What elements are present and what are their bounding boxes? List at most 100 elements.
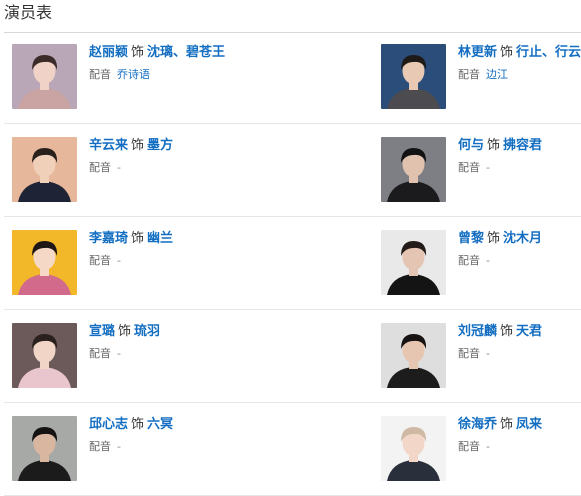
as-label: 饰: [487, 138, 501, 153]
role-name-link[interactable]: 沈木月: [503, 231, 542, 246]
voice-label: 配音: [89, 68, 111, 81]
voice-actor: -: [117, 347, 121, 360]
as-label: 饰: [118, 324, 132, 339]
actor-photo-image: [381, 137, 446, 202]
role-line: 曾黎饰沈木月: [458, 230, 581, 248]
as-label: 饰: [131, 231, 145, 246]
role-line: 刘冠麟饰天君: [458, 323, 581, 341]
role-line: 邱心志饰六冥: [89, 416, 279, 434]
cast-info: 李嘉琦饰幽兰配音 -: [89, 230, 279, 268]
voice-line: 配音 -: [89, 347, 279, 361]
cast-info: 曾黎饰沈木月配音 -: [458, 230, 581, 268]
cast-item: 何与饰拂容君配音 -: [381, 125, 581, 217]
cast-item: 刘冠麟饰天君配音 -: [381, 311, 581, 403]
voice-actor[interactable]: 边江: [486, 68, 508, 81]
actor-photo[interactable]: [12, 44, 77, 109]
cast-info: 赵丽颖饰沈璃、碧苍王配音 乔诗语: [89, 44, 279, 82]
as-label: 饰: [131, 417, 145, 432]
actor-photo-image: [381, 416, 446, 481]
voice-label: 配音: [89, 347, 111, 360]
voice-actor: -: [486, 254, 490, 267]
voice-line: 配音 边江: [458, 68, 581, 82]
cast-row: 宣璐饰琉羽 配音 - 刘冠麟饰天君 配音 -: [4, 311, 581, 403]
cast-item: 李嘉琦饰幽兰 配音 -: [12, 218, 272, 310]
cast-info: 宣璐饰琉羽配音 -: [89, 323, 279, 361]
actor-name-link[interactable]: 林更新: [458, 45, 497, 60]
cast-item: 赵丽颖饰沈璃、碧苍王配音 乔诗语: [12, 32, 272, 124]
actor-photo-image: [12, 137, 77, 202]
as-label: 饰: [500, 324, 514, 339]
voice-line: 配音 -: [89, 254, 279, 268]
cast-item: 辛云来饰墨方 配音 -: [12, 125, 272, 217]
actor-name-link[interactable]: 李嘉琦: [89, 231, 128, 246]
as-label: 饰: [500, 417, 514, 432]
role-line: 辛云来饰墨方: [89, 137, 279, 155]
role-line: 林更新饰行止、行云: [458, 44, 581, 62]
actor-photo-image: [12, 416, 77, 481]
actor-photo-image: [381, 44, 446, 109]
cast-row: 辛云来饰墨方 配音 - 何与饰拂容君 配音 -: [4, 125, 581, 217]
voice-actor: -: [486, 161, 490, 174]
actor-name-link[interactable]: 宣璐: [89, 324, 115, 339]
actor-name-link[interactable]: 刘冠麟: [458, 324, 497, 339]
role-name-link[interactable]: 拂容君: [503, 138, 542, 153]
voice-line: 配音 -: [458, 254, 581, 268]
cast-info: 邱心志饰六冥配音 -: [89, 416, 279, 454]
actor-photo-image: [12, 230, 77, 295]
role-name-link[interactable]: 幽兰: [147, 231, 173, 246]
actor-photo[interactable]: [381, 323, 446, 388]
cast-row: 李嘉琦饰幽兰 配音 - 曾黎饰沈木月 配音 -: [4, 218, 581, 310]
actor-photo[interactable]: [381, 416, 446, 481]
role-name-link[interactable]: 行止、行云: [516, 45, 581, 60]
voice-actor[interactable]: 乔诗语: [117, 68, 150, 81]
as-label: 饰: [131, 138, 145, 153]
voice-line: 配音 -: [89, 440, 279, 454]
section-title: 演员表: [4, 3, 53, 22]
role-name-link[interactable]: 墨方: [147, 138, 173, 153]
voice-actor: -: [117, 440, 121, 453]
role-name-link[interactable]: 天君: [516, 324, 542, 339]
actor-photo[interactable]: [381, 137, 446, 202]
actor-photo[interactable]: [12, 230, 77, 295]
actor-photo-image: [12, 323, 77, 388]
actor-photo[interactable]: [12, 137, 77, 202]
actor-name-link[interactable]: 赵丽颖: [89, 45, 128, 60]
actor-photo-image: [381, 230, 446, 295]
role-name-link[interactable]: 六冥: [147, 417, 173, 432]
actor-photo-image: [12, 44, 77, 109]
actor-name-link[interactable]: 曾黎: [458, 231, 484, 246]
section-header: 演员表: [4, 3, 581, 33]
cast-info: 刘冠麟饰天君配音 -: [458, 323, 581, 361]
actor-name-link[interactable]: 辛云来: [89, 138, 128, 153]
voice-label: 配音: [89, 440, 111, 453]
role-line: 徐海乔饰凤来: [458, 416, 581, 434]
actor-photo[interactable]: [381, 230, 446, 295]
actor-photo[interactable]: [381, 44, 446, 109]
cast-item: 徐海乔饰凤来配音 -: [381, 404, 581, 496]
voice-label: 配音: [89, 161, 111, 174]
cast-item: 邱心志饰六冥配音 -: [12, 404, 272, 496]
voice-line: 配音 -: [458, 440, 581, 454]
cast-row: 邱心志饰六冥 配音 - 徐海乔饰凤来 配音 -: [4, 404, 581, 496]
cast-item: 宣璐饰琉羽配音 -: [12, 311, 272, 403]
voice-line: 配音 -: [458, 161, 581, 175]
actor-name-link[interactable]: 徐海乔: [458, 417, 497, 432]
role-line: 宣璐饰琉羽: [89, 323, 279, 341]
role-name-link[interactable]: 沈璃、碧苍王: [147, 45, 225, 60]
as-label: 饰: [131, 45, 145, 60]
cast-info: 林更新饰行止、行云配音 边江: [458, 44, 581, 82]
voice-label: 配音: [458, 68, 480, 81]
cast-info: 辛云来饰墨方 配音 -: [89, 137, 279, 175]
voice-actor: -: [486, 440, 490, 453]
actor-photo[interactable]: [12, 323, 77, 388]
role-name-link[interactable]: 凤来: [516, 417, 542, 432]
role-line: 李嘉琦饰幽兰: [89, 230, 279, 248]
voice-line: 配音 乔诗语: [89, 68, 279, 82]
voice-label: 配音: [458, 347, 480, 360]
actor-name-link[interactable]: 邱心志: [89, 417, 128, 432]
actor-photo[interactable]: [12, 416, 77, 481]
voice-actor: -: [486, 347, 490, 360]
actor-photo-image: [381, 323, 446, 388]
role-name-link[interactable]: 琉羽: [134, 324, 160, 339]
actor-name-link[interactable]: 何与: [458, 138, 484, 153]
